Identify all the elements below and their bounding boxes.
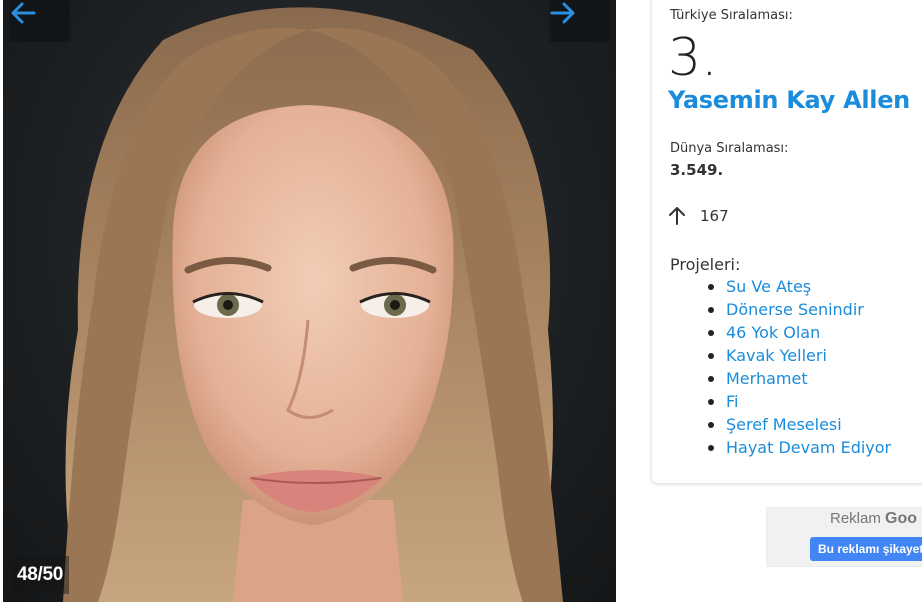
trend-value: 167 [700, 207, 729, 225]
report-ad-button[interactable]: Bu reklamı şikayet et [810, 537, 922, 561]
portrait-photo: 48/50 [3, 0, 616, 602]
prev-photo-button[interactable] [10, 0, 70, 42]
project-link[interactable]: Fi [706, 392, 891, 415]
turkey-rank-label: Türkiye Sıralaması: [670, 8, 793, 23]
profile-name[interactable]: Yasemin Kay Allen [668, 86, 910, 114]
arrow-left-icon [11, 2, 36, 24]
project-link[interactable]: 46 Yok Olan [706, 323, 891, 346]
project-link[interactable]: Merhamet [706, 369, 891, 392]
projects-list: Su Ve Ateş Dönerse Senindir 46 Yok Olan … [706, 277, 891, 461]
arrow-right-icon [550, 2, 575, 24]
world-rank-value: 3.549. [670, 161, 724, 179]
world-rank-label: Dünya Sıralaması: [670, 141, 789, 156]
project-link[interactable]: Hayat Devam Ediyor [706, 438, 891, 461]
next-photo-button[interactable] [550, 0, 610, 42]
ad-label: Reklam Goo [830, 510, 917, 528]
rank-trend: 167 [668, 206, 729, 226]
photo-counter: 48/50 [11, 556, 70, 594]
project-link[interactable]: Kavak Yelleri [706, 346, 891, 369]
ad-label-text: Reklam [830, 510, 881, 527]
arrow-up-icon [669, 207, 685, 225]
turkey-rank-value: 3. [668, 28, 718, 88]
projects-label: Projeleri: [670, 255, 741, 274]
project-link[interactable]: Dönerse Senindir [706, 300, 891, 323]
project-link[interactable]: Su Ve Ateş [706, 277, 891, 300]
ad-brand: Goo [885, 510, 918, 527]
project-link[interactable]: Şeref Meselesi [706, 415, 891, 438]
portrait-image [63, 7, 563, 602]
